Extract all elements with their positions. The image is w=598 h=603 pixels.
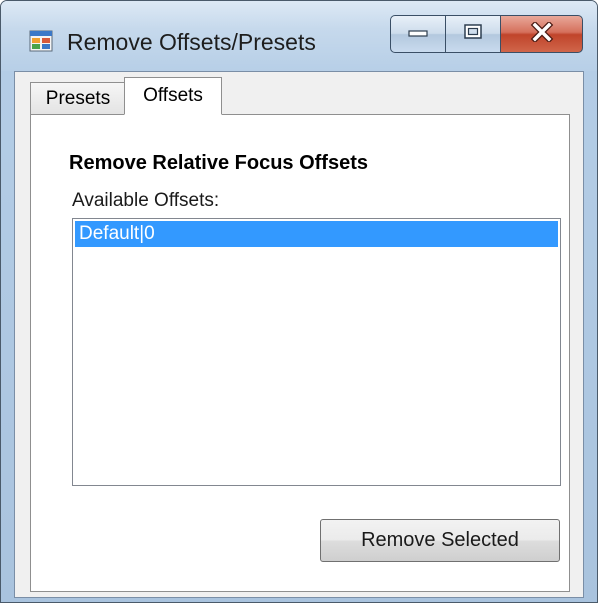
section-heading: Remove Relative Focus Offsets: [69, 152, 368, 174]
minimize-button[interactable]: [390, 15, 446, 53]
maximize-icon: [463, 23, 483, 46]
minimize-icon: [407, 25, 429, 44]
close-button[interactable]: [500, 15, 583, 53]
offsets-tab-panel: Remove Relative Focus Offsets Available …: [30, 114, 570, 592]
window-title: Remove Offsets/Presets: [67, 29, 316, 55]
maximize-button[interactable]: [445, 15, 501, 53]
offsets-listbox[interactable]: Default|0: [72, 218, 561, 486]
title-bar[interactable]: Remove Offsets/Presets: [1, 1, 597, 71]
caption-buttons: [390, 15, 583, 53]
tab-strip: Presets Offsets: [30, 77, 570, 115]
dialog-window: Remove Offsets/Presets Presets Offsets R…: [0, 0, 598, 603]
close-icon: [530, 20, 554, 47]
remove-selected-button[interactable]: Remove Selected: [320, 519, 560, 562]
application-window-icon[interactable]: [29, 29, 53, 53]
list-item[interactable]: Default|0: [75, 221, 558, 247]
tab-presets[interactable]: Presets: [30, 82, 126, 115]
tab-offsets[interactable]: Offsets: [124, 77, 222, 115]
dialog-client-area: Presets Offsets Remove Relative Focus Of…: [14, 71, 584, 598]
available-offsets-label: Available Offsets:: [72, 190, 220, 211]
